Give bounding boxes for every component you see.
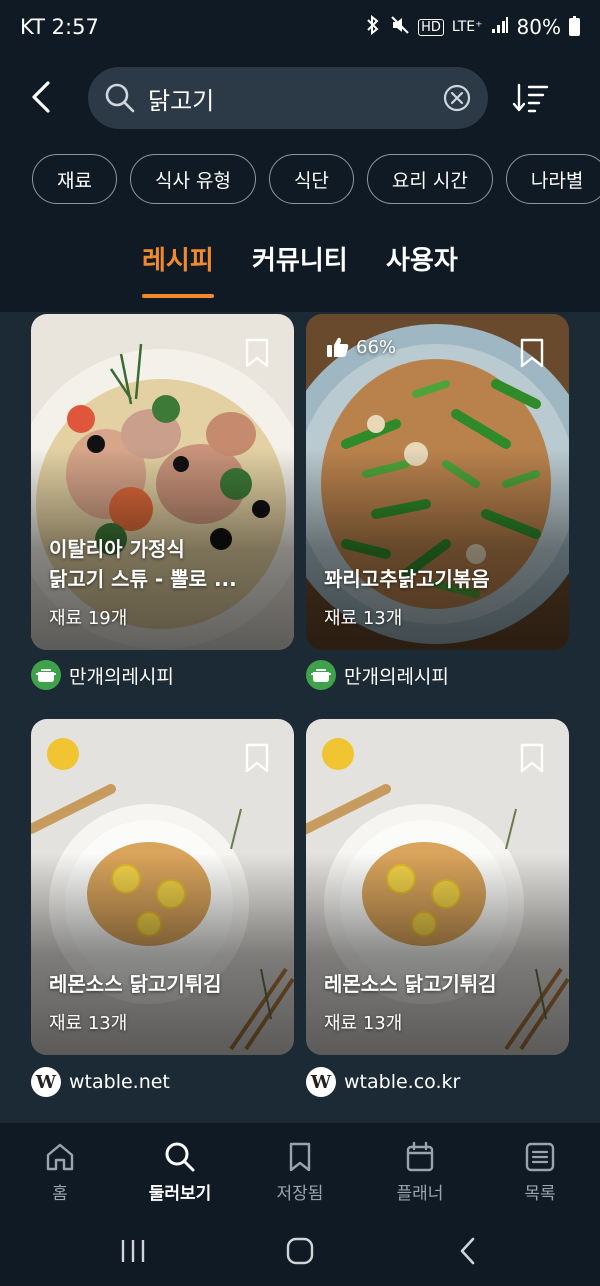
bookmark-icon[interactable] xyxy=(519,338,545,368)
search-icon xyxy=(105,83,135,113)
search-input[interactable]: 닭고기 xyxy=(88,67,488,129)
saved-bookmark-icon xyxy=(289,1142,311,1172)
recipe-ingredients: 재료 19개 xyxy=(49,608,128,629)
recipe-ingredients: 재료 13개 xyxy=(49,1013,128,1034)
bottom-nav: 홈 둘러보기 저장됨 플래너 목록 xyxy=(0,1122,600,1218)
recipe-title: 레몬소스 닭고기튀김 xyxy=(49,972,222,996)
tab-indicator xyxy=(142,294,214,298)
chip-diet[interactable]: 식단 xyxy=(268,154,354,204)
bookmark-icon[interactable] xyxy=(244,743,270,773)
chip-meal-type[interactable]: 식사 유형 xyxy=(129,154,256,204)
filter-chips: 재료 식사 유형 식단 요리 시간 나라별 xyxy=(32,154,600,204)
nav-planner[interactable]: 플래너 xyxy=(360,1141,480,1204)
nav-planner-label: 플래너 xyxy=(396,1184,444,1204)
nav-list[interactable]: 목록 xyxy=(480,1141,600,1204)
recipe-card[interactable]: 레몬소스 닭고기튀김 재료 13개 xyxy=(306,719,569,1055)
avatar: W xyxy=(306,1067,336,1097)
avatar xyxy=(31,660,61,690)
calendar-icon xyxy=(406,1141,434,1172)
recipe-ingredients: 재료 13개 xyxy=(324,1013,403,1034)
back-arrow-icon xyxy=(32,81,50,113)
recipe-author[interactable]: 만개의레시피 xyxy=(31,660,174,690)
sort-icon xyxy=(512,83,549,113)
nav-saved-label: 저장됨 xyxy=(276,1184,324,1204)
tab-bar: 레시피 커뮤니티 사용자 xyxy=(0,236,600,298)
carrier-time: KT 2:57 xyxy=(20,15,99,39)
author-name: 만개의레시피 xyxy=(69,665,174,688)
recipe-ingredients: 재료 13개 xyxy=(324,608,403,629)
mute-icon xyxy=(390,15,410,40)
recipe-grid: 이탈리아 가정식 닭고기 스튜 - 뽈로 ... 재료 19개 만개의레시피 6… xyxy=(0,312,600,1122)
system-nav-bar xyxy=(0,1218,600,1286)
thumbs-up-icon xyxy=(327,337,349,357)
battery-icon xyxy=(569,16,580,36)
status-bar: KT 2:57 HD LTE⁺ 80% xyxy=(0,0,600,54)
avatar xyxy=(306,660,336,690)
pot-icon xyxy=(36,669,56,682)
sort-button[interactable] xyxy=(512,81,550,115)
battery-percent: 80% xyxy=(516,15,561,39)
recipe-title: 꽈리고추닭고기볶음 xyxy=(324,567,490,591)
bookmark-icon[interactable] xyxy=(519,743,545,773)
bluetooth-icon xyxy=(364,14,382,40)
recipe-title: 레몬소스 닭고기튀김 xyxy=(324,972,497,996)
recipe-author[interactable]: W wtable.co.kr xyxy=(306,1067,460,1097)
recipe-author[interactable]: W wtable.net xyxy=(31,1067,170,1097)
nav-list-label: 목록 xyxy=(524,1184,556,1204)
like-percent: 66% xyxy=(356,336,397,358)
nav-browse[interactable]: 둘러보기 xyxy=(120,1141,240,1204)
author-name: wtable.net xyxy=(69,1071,170,1093)
search-query[interactable]: 닭고기 xyxy=(148,81,442,116)
recipe-card[interactable]: 레몬소스 닭고기튀김 재료 13개 xyxy=(31,719,294,1055)
recipe-title: 이탈리아 가정식 닭고기 스튜 - 뽈로 ... xyxy=(49,537,237,591)
nav-home[interactable]: 홈 xyxy=(0,1141,120,1204)
signal-icon xyxy=(491,15,509,39)
search-row: 닭고기 xyxy=(0,67,600,129)
chip-country[interactable]: 나라별 xyxy=(505,154,600,204)
pot-icon xyxy=(311,669,331,682)
like-rating: 66% xyxy=(326,336,396,358)
clear-icon[interactable] xyxy=(442,83,472,113)
home-button-icon[interactable] xyxy=(285,1236,315,1266)
status-icons: HD LTE⁺ 80% xyxy=(364,14,580,40)
recipe-author[interactable]: 만개의레시피 xyxy=(306,660,449,690)
bookmark-icon[interactable] xyxy=(244,338,270,368)
hd-badge: HD xyxy=(418,18,444,36)
chip-ingredients[interactable]: 재료 xyxy=(32,154,117,204)
nav-home-label: 홈 xyxy=(52,1184,68,1204)
tab-community[interactable]: 커뮤니티 xyxy=(252,240,348,277)
nav-browse-label: 둘러보기 xyxy=(148,1184,212,1204)
recent-apps-icon[interactable] xyxy=(118,1236,148,1266)
recipe-card[interactable]: 이탈리아 가정식 닭고기 스튜 - 뽈로 ... 재료 19개 xyxy=(31,314,294,650)
avatar: W xyxy=(31,1067,61,1097)
system-back-icon[interactable] xyxy=(453,1236,483,1266)
nav-saved[interactable]: 저장됨 xyxy=(240,1141,360,1204)
network-type: LTE⁺ xyxy=(451,19,483,35)
home-icon xyxy=(46,1143,74,1171)
author-name: wtable.co.kr xyxy=(344,1071,461,1093)
recipe-card[interactable]: 66% 꽈리고추닭고기볶음 재료 13개 xyxy=(306,314,569,650)
list-icon xyxy=(525,1142,555,1172)
tab-recipes[interactable]: 레시피 xyxy=(142,240,214,277)
tab-users[interactable]: 사용자 xyxy=(386,240,458,277)
chip-cooking-time[interactable]: 요리 시간 xyxy=(366,154,493,204)
author-name: 만개의레시피 xyxy=(344,665,449,688)
browse-search-icon xyxy=(165,1142,195,1172)
back-button[interactable] xyxy=(22,77,62,117)
